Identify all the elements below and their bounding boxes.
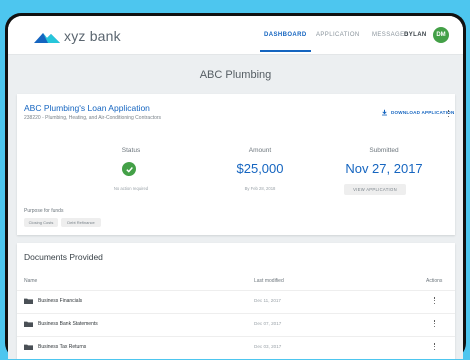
more-vert-icon[interactable] xyxy=(433,320,436,330)
documents-card: Documents Provided Name Last modified Ac… xyxy=(17,243,455,359)
amount-value: $25,000 xyxy=(236,161,284,176)
document-name[interactable]: Business Tax Returns xyxy=(38,344,86,350)
document-modified: Dec 03, 2017 xyxy=(254,344,282,349)
loan-industry: 238220 - Plumbing, Heating, and Air-Cond… xyxy=(24,115,162,121)
purpose-chip: Closing Costs xyxy=(24,218,58,227)
purpose-chip: Debt Refinance xyxy=(61,218,101,227)
table-row[interactable]: Business Bank Statements Dec 07, 2017 xyxy=(17,313,455,334)
brand-name: xyz bank xyxy=(64,28,121,44)
amount-note: By Feb 28, 2018 xyxy=(244,186,276,191)
document-name[interactable]: Business Bank Statements xyxy=(38,321,98,327)
download-icon xyxy=(382,109,387,116)
document-modified: Dec 11, 2017 xyxy=(254,298,281,303)
status-label: Status xyxy=(121,147,141,154)
folder-icon xyxy=(24,298,33,304)
submitted-label: Submitted xyxy=(369,147,399,154)
more-vert-icon[interactable] xyxy=(433,297,436,307)
column-header-modified[interactable]: Last modified xyxy=(254,278,284,284)
nav-dashboard[interactable]: DASHBOARD xyxy=(260,16,311,54)
check-circle-icon xyxy=(122,162,136,176)
more-vert-icon[interactable] xyxy=(447,110,450,120)
brand-logo[interactable]: xyz bank xyxy=(34,28,121,44)
table-row[interactable]: Business Financials Dec 11, 2017 xyxy=(17,290,455,311)
column-header-name[interactable]: Name xyxy=(24,278,37,284)
user-name[interactable]: DYLAN xyxy=(404,16,427,54)
loan-title[interactable]: ABC Plumbing's Loan Application xyxy=(24,103,150,113)
status-note: No action required xyxy=(113,186,149,191)
more-vert-icon[interactable] xyxy=(433,343,436,353)
purpose-label: Purpose for funds xyxy=(24,208,64,214)
nav-application[interactable]: APPLICATION xyxy=(316,16,360,54)
document-name[interactable]: Business Financials xyxy=(38,298,82,304)
logo-icon xyxy=(34,33,60,43)
app-screen: xyz bank DASHBOARD APPLICATION MESSAGES … xyxy=(8,16,463,359)
loan-application-card: ABC Plumbing's Loan Application 238220 -… xyxy=(17,94,455,235)
top-nav-bar: xyz bank DASHBOARD APPLICATION MESSAGES … xyxy=(8,16,463,55)
column-header-actions: Actions xyxy=(426,278,443,284)
page-title: ABC Plumbing xyxy=(199,69,272,81)
download-application-button[interactable]: DOWNLOAD APPLICATION xyxy=(381,109,454,116)
download-application-label: DOWNLOAD APPLICATION xyxy=(391,110,455,115)
avatar[interactable]: DM xyxy=(433,27,449,43)
submitted-date: Nov 27, 2017 xyxy=(345,161,423,176)
document-modified: Dec 07, 2017 xyxy=(254,321,282,326)
device-frame: xyz bank DASHBOARD APPLICATION MESSAGES … xyxy=(5,13,466,359)
folder-icon xyxy=(24,344,33,350)
documents-title: Documents Provided xyxy=(24,252,103,262)
folder-icon xyxy=(24,321,33,327)
table-row[interactable]: Business Tax Returns Dec 03, 2017 xyxy=(17,336,455,357)
amount-label: Amount xyxy=(248,147,272,154)
view-application-button[interactable]: VIEW APPLICATION xyxy=(344,184,406,195)
